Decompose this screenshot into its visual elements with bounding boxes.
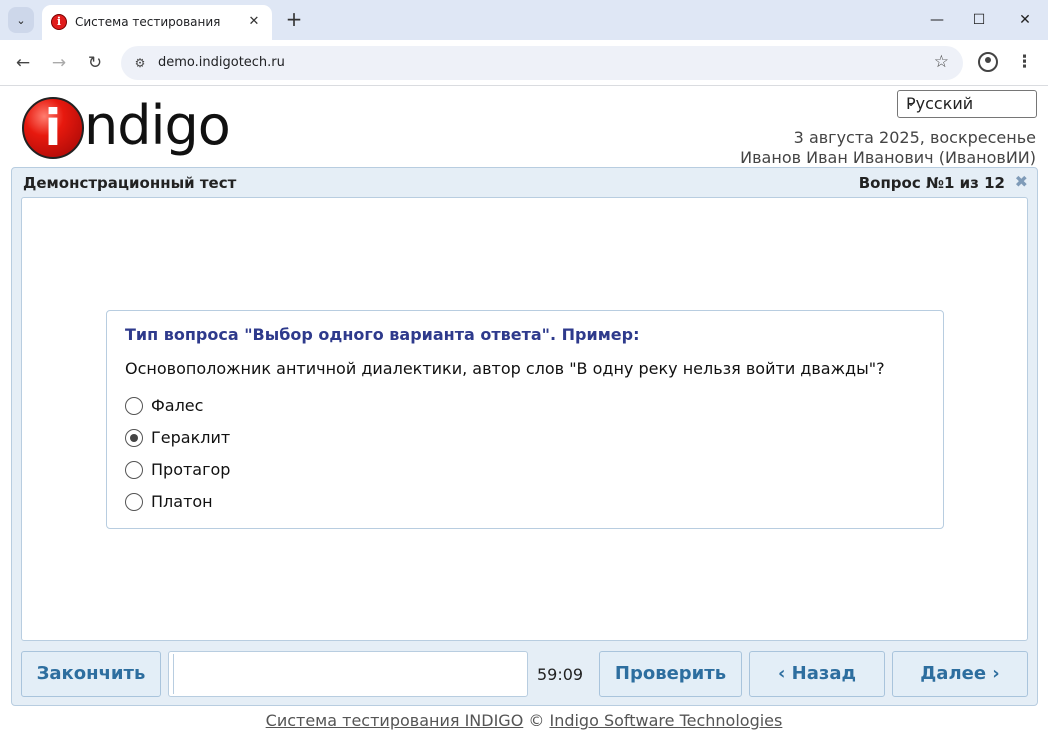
window-close-button[interactable]: ✕ (1002, 0, 1048, 40)
browser-tab-bar: ⌄ i Система тестирования ✕ + — ☐ ✕ (0, 0, 1048, 40)
test-panel: Демонстрационный тест Вопрос №1 из 12 ✖ … (11, 167, 1038, 706)
logo-letter: i (44, 99, 62, 157)
back-arrow-icon[interactable]: ← (11, 51, 35, 75)
user-name: Иванов Иван Иванович (ИвановИИ) (740, 148, 1036, 167)
browser-tab[interactable]: i Система тестирования ✕ (42, 5, 272, 40)
tab-search-button[interactable]: ⌄ (8, 7, 34, 33)
finish-button[interactable]: Закончить (21, 651, 161, 697)
radio-button[interactable] (125, 461, 143, 479)
tab-title: Система тестирования (75, 15, 221, 29)
chevron-down-icon: ⌄ (906, 95, 917, 109)
minimize-button[interactable]: — (914, 0, 960, 40)
back-button[interactable]: ‹ Назад (749, 651, 885, 697)
reload-icon[interactable]: ↻ (83, 51, 107, 75)
answer-label[interactable]: Фалес (151, 396, 203, 415)
question-text: Основоположник античной диалектики, авто… (125, 359, 885, 378)
next-button[interactable]: Далее › (892, 651, 1028, 697)
bookmark-star-icon[interactable]: ☆ (934, 52, 949, 72)
address-bar[interactable]: ⚙ demo.indigotech.ru ☆ (121, 46, 963, 80)
copyright-sign: © (528, 711, 545, 730)
radio-button-selected[interactable] (125, 429, 143, 447)
url-text[interactable]: demo.indigotech.ru (158, 55, 285, 70)
progress-bar (168, 651, 528, 697)
answer-label[interactable]: Платон (151, 492, 213, 511)
check-button[interactable]: Проверить (599, 651, 742, 697)
site-info-icon[interactable]: ⚙ (131, 54, 149, 72)
answer-label[interactable]: Гераклит (151, 428, 230, 447)
question-area: Тип вопроса "Выбор одного варианта ответ… (21, 197, 1028, 641)
radio-button[interactable] (125, 397, 143, 415)
profile-icon[interactable] (978, 52, 998, 72)
indigo-favicon-icon: i (51, 14, 67, 30)
close-icon[interactable]: ✖ (1015, 172, 1028, 191)
answer-label[interactable]: Протагор (151, 460, 230, 479)
timer: 59:09 (537, 665, 584, 684)
logo-text: ndigo (84, 94, 231, 157)
indigo-logo: i ndigo (22, 94, 252, 161)
new-tab-button[interactable]: + (282, 8, 306, 32)
radio-button[interactable] (125, 493, 143, 511)
language-select[interactable]: Русский ⌄ (897, 90, 1037, 118)
question-box: Тип вопроса "Выбор одного варианта ответ… (106, 310, 944, 529)
footer: Система тестирования INDIGO © Indigo Sof… (0, 711, 1048, 730)
chevron-down-icon: ⌄ (16, 13, 26, 27)
question-counter: Вопрос №1 из 12 (858, 174, 1005, 192)
test-title: Демонстрационный тест (23, 174, 237, 192)
company-link[interactable]: Indigo Software Technologies (549, 711, 782, 730)
menu-kebab-icon[interactable]: ⋮ (1016, 50, 1033, 74)
current-date: 3 августа 2025, воскресенье (793, 128, 1036, 147)
forward-arrow-icon[interactable]: → (47, 51, 71, 75)
browser-toolbar: ← → ↻ ⚙ demo.indigotech.ru ☆ ⋮ (0, 40, 1048, 86)
system-link[interactable]: Система тестирования INDIGO (266, 711, 524, 730)
maximize-button[interactable]: ☐ (956, 0, 1002, 40)
close-tab-icon[interactable]: ✕ (244, 12, 264, 32)
question-type: Тип вопроса "Выбор одного варианта ответ… (125, 325, 640, 344)
